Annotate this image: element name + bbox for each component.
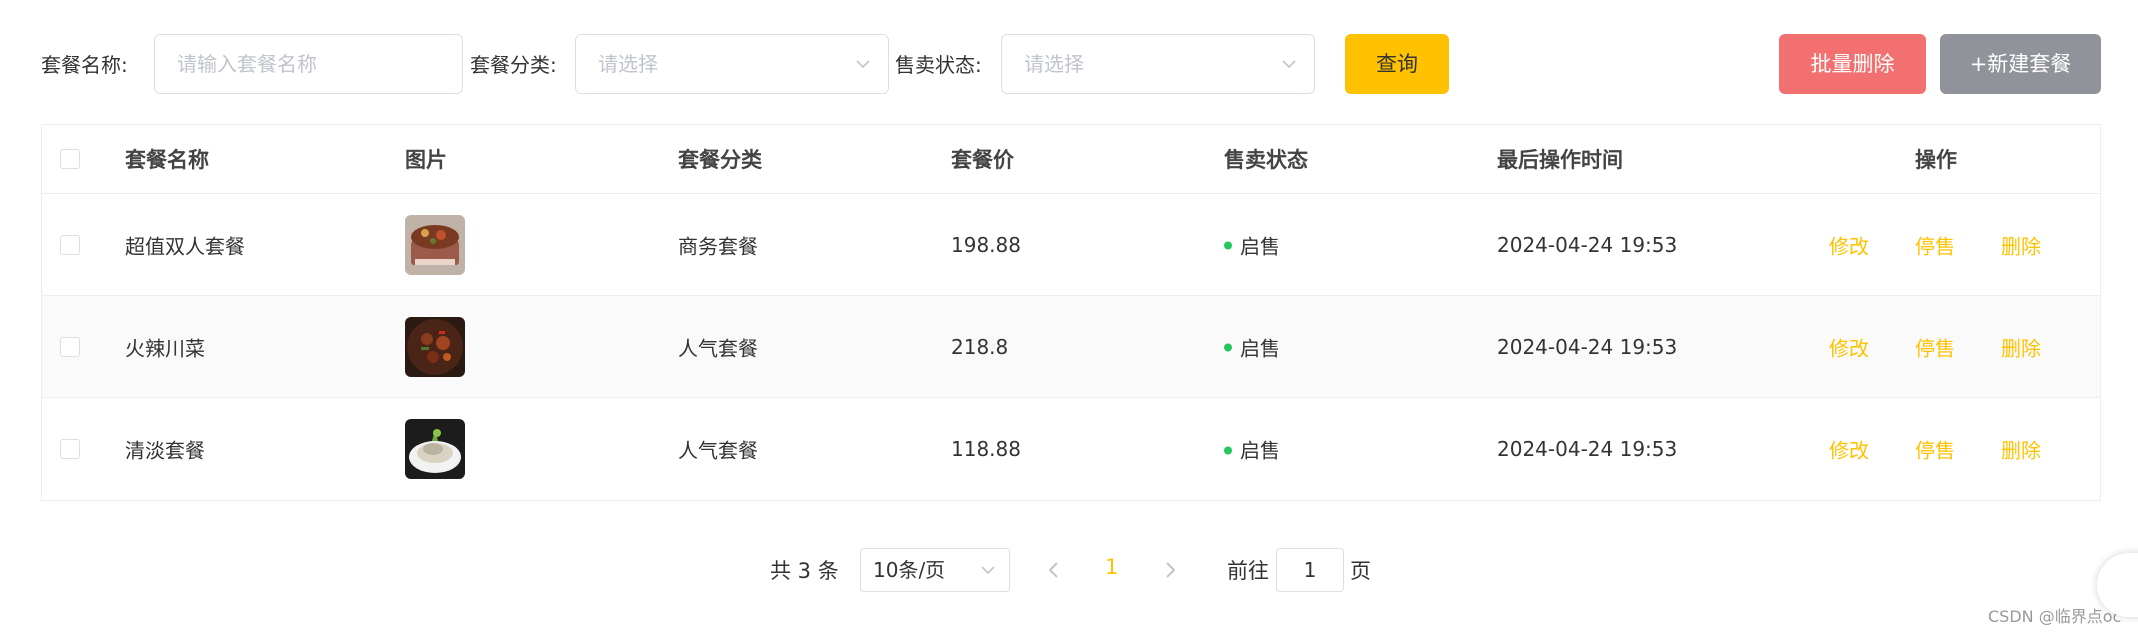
stop-sale-link[interactable]: 停售: [1915, 230, 1955, 259]
combo-category-label: 套餐分类:: [470, 53, 557, 77]
prev-page-icon[interactable]: [1047, 560, 1061, 580]
watermark: CSDN @临界点oc: [1988, 607, 2122, 626]
select-all-checkbox[interactable]: [60, 149, 80, 169]
total-count: 共 3 条: [770, 559, 839, 583]
table-header: 套餐名称 图片 套餐分类 套餐价 售卖状态 最后操作时间 操作: [42, 125, 2100, 194]
stop-sale-link[interactable]: 停售: [1915, 435, 1955, 464]
status-dot: [1224, 241, 1232, 250]
edit-link[interactable]: 修改: [1829, 230, 1869, 259]
combo-dish-image: [405, 214, 465, 275]
combo-name-input[interactable]: 请输入套餐名称: [154, 34, 463, 94]
query-button[interactable]: 查询: [1345, 34, 1449, 94]
spicy-dish-image: [405, 316, 465, 377]
combo-category-select[interactable]: 请选择: [575, 34, 889, 94]
page-size-value: 10条/页: [873, 558, 946, 582]
delete-link[interactable]: 删除: [2001, 230, 2041, 259]
page-size-select[interactable]: 10条/页: [860, 548, 1010, 592]
chevron-down-icon: [856, 60, 870, 69]
goto-page-input[interactable]: 1: [1276, 548, 1344, 592]
goto-suffix: 页: [1350, 559, 1371, 583]
sale-status-select[interactable]: 请选择: [1001, 34, 1315, 94]
row-checkbox[interactable]: [60, 439, 80, 459]
chevron-down-icon: [981, 566, 995, 575]
delete-link[interactable]: 删除: [2001, 435, 2041, 464]
chevron-down-icon: [1282, 60, 1296, 69]
new-combo-button[interactable]: +新建套餐: [1940, 34, 2101, 94]
goto-prefix: 前往: [1227, 559, 1269, 583]
combo-table: 套餐名称 图片 套餐分类 套餐价 售卖状态 最后操作时间 操作 超值双人套餐 商…: [41, 124, 2101, 501]
combo-category-placeholder: 请选择: [598, 52, 658, 76]
sale-status-placeholder: 请选择: [1024, 52, 1084, 76]
edit-link[interactable]: 修改: [1829, 332, 1869, 361]
status-dot: [1224, 446, 1232, 454]
sale-status-label: 售卖状态:: [895, 53, 982, 77]
row-checkbox[interactable]: [60, 336, 80, 357]
stop-sale-link[interactable]: 停售: [1915, 332, 1955, 361]
table-row: 火辣川菜 人气套餐 218.8 启售 2024-04-24 19:53 修改 停…: [42, 296, 2100, 398]
table-row: 超值双人套餐 商务套餐 198.88 启售 2024-04-24 19:53 修…: [42, 194, 2100, 296]
row-checkbox[interactable]: [60, 234, 80, 255]
table-row: 清淡套餐 人气套餐 118.88 启售 2024-04-24 19:53 修改 …: [42, 398, 2100, 500]
delete-link[interactable]: 删除: [2001, 332, 2041, 361]
batch-delete-button[interactable]: 批量删除: [1779, 34, 1926, 94]
current-page-number[interactable]: 1: [1105, 555, 1118, 579]
combo-name-label: 套餐名称:: [41, 53, 128, 77]
light-dish-image: [405, 419, 465, 479]
next-page-icon[interactable]: [1163, 560, 1177, 580]
edit-link[interactable]: 修改: [1829, 435, 1869, 464]
status-dot: [1224, 343, 1232, 352]
